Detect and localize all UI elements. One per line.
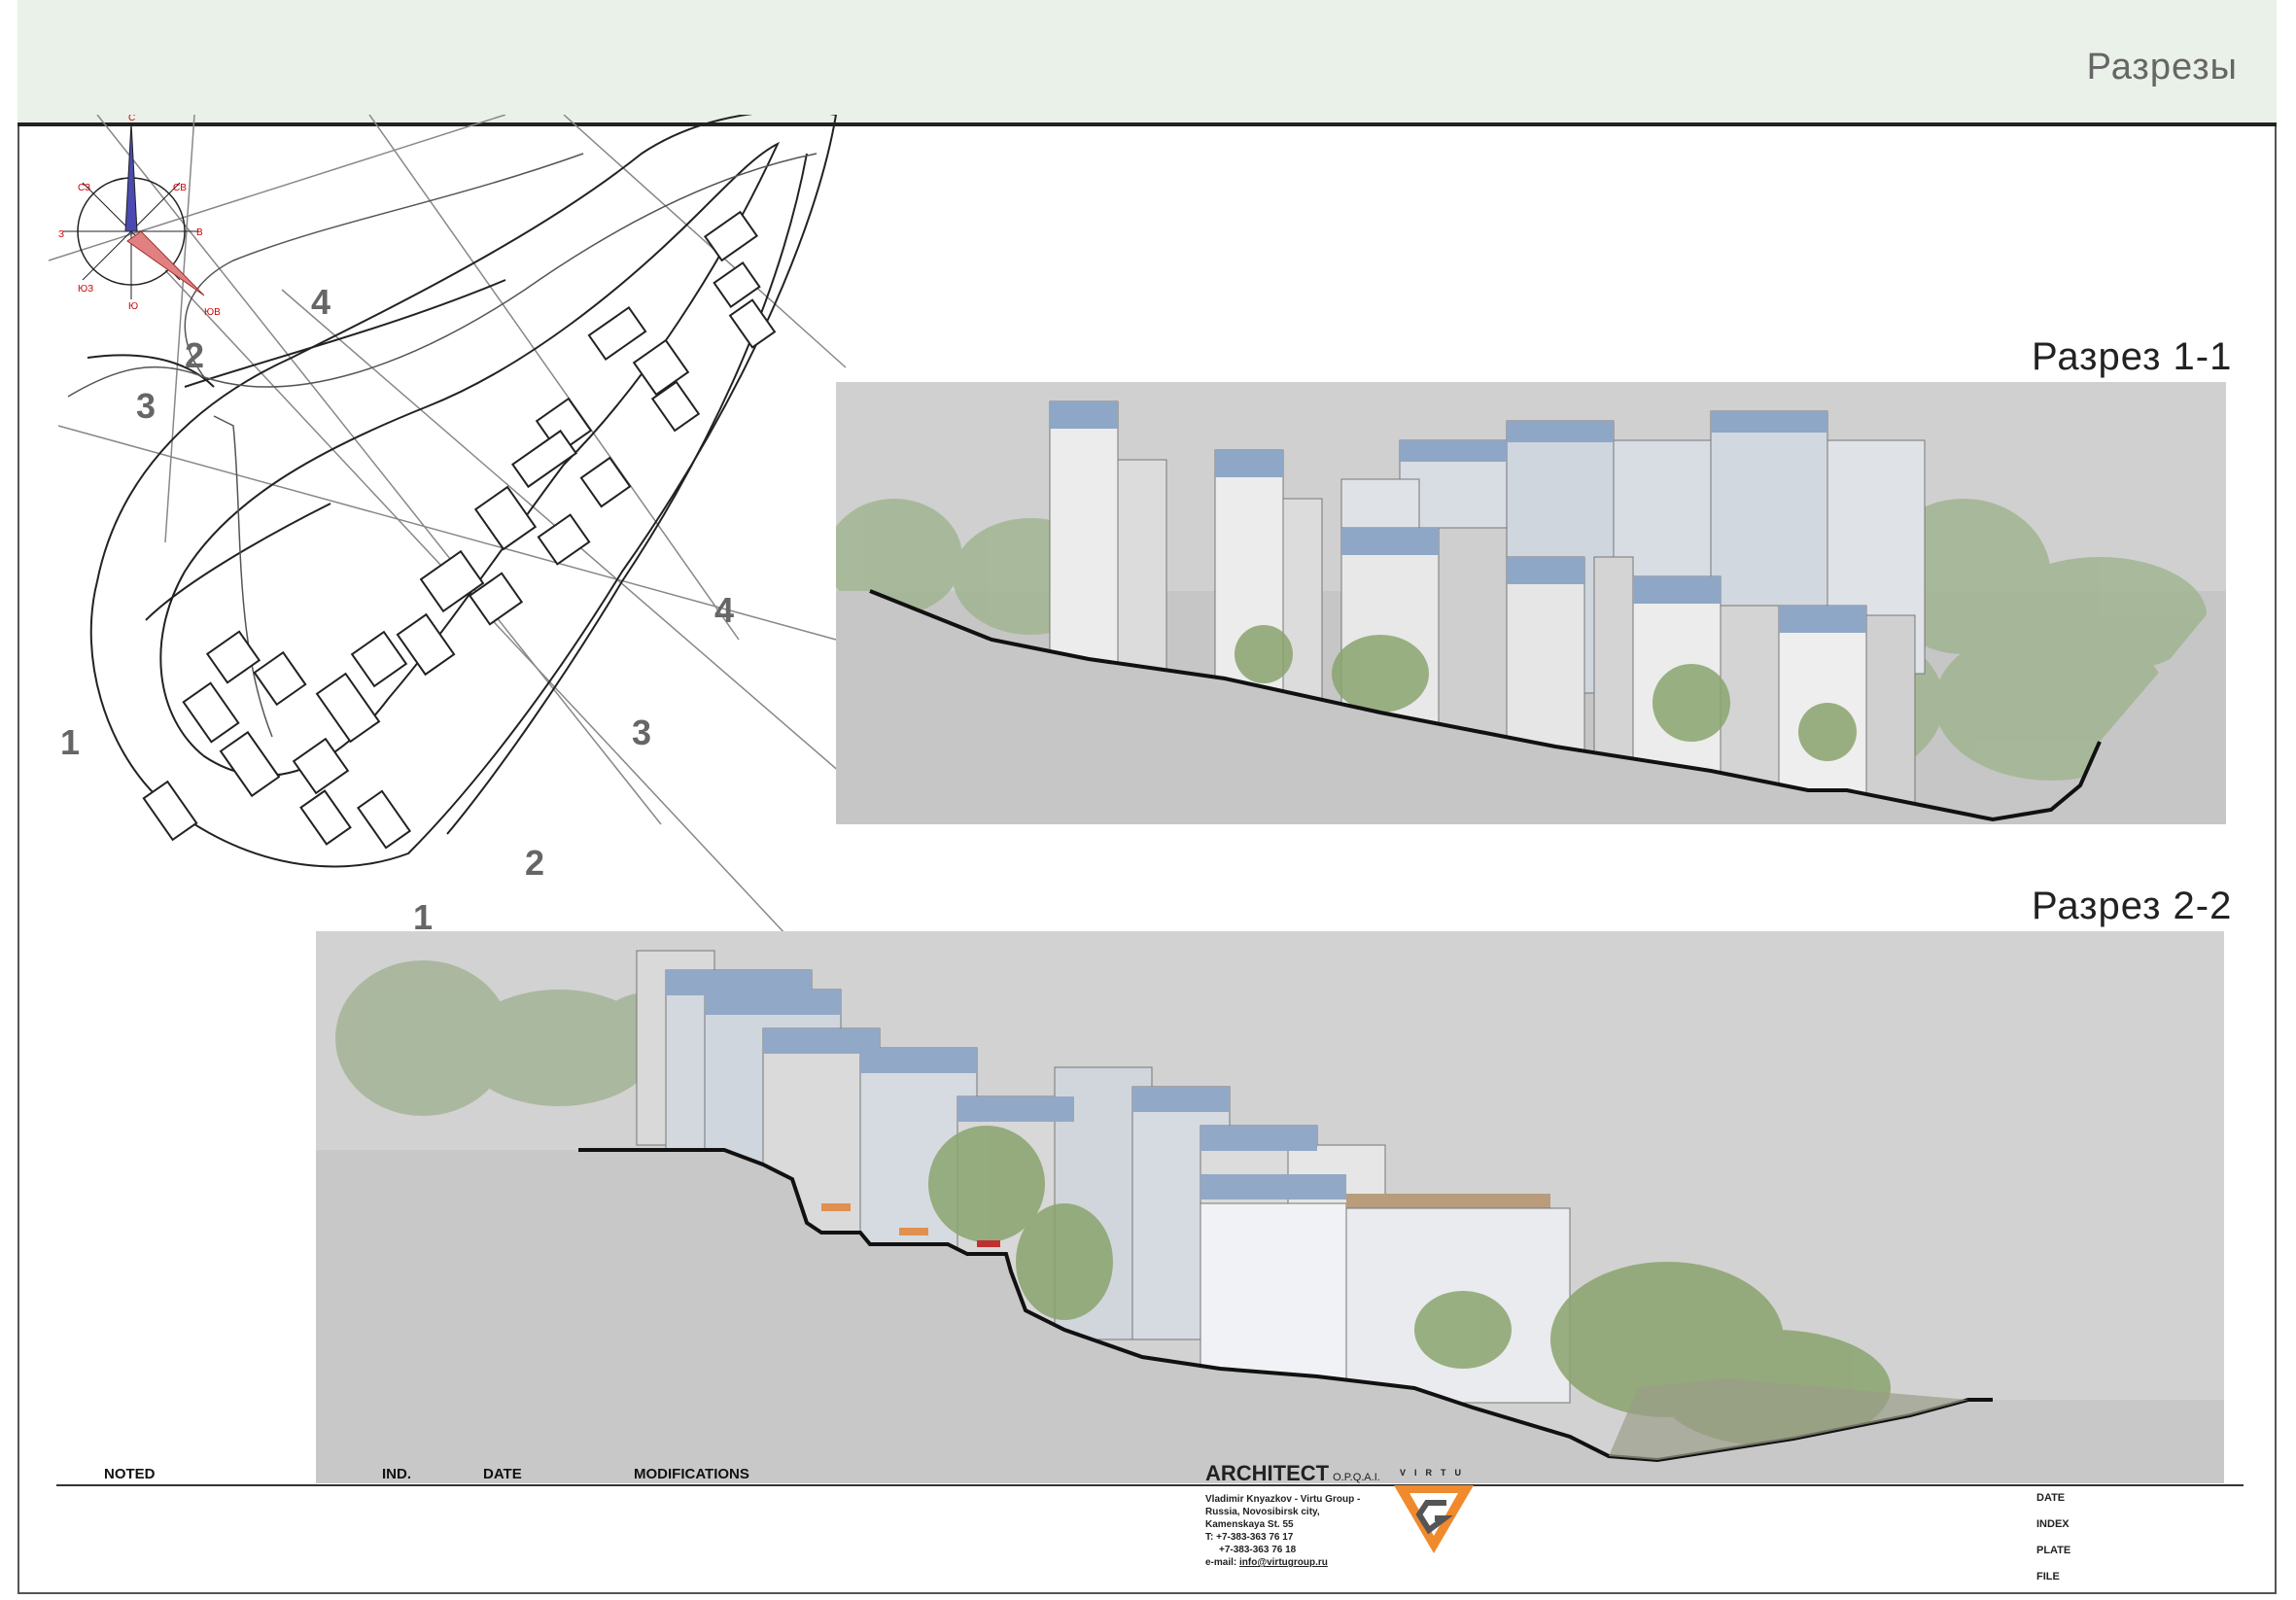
architect-suffix: O.P.Q.A.I. [1333,1472,1380,1483]
section-1-drawing [836,382,2226,824]
section-marker-3-right: 3 [632,713,651,752]
address-line: Kamenskaya St. 55 [1205,1519,1294,1530]
compass-e-label: В [196,227,203,238]
header-bar: Разрезы [17,0,2277,126]
address-line: Russia, Novosibirsk city, [1205,1507,1320,1517]
section-1-title: Разрез 1-1 [2032,335,2233,378]
date-column-label: DATE [483,1466,522,1482]
compass-nw-label: СЗ [78,183,90,193]
section-2-title: Разрез 2-2 [2032,885,2233,927]
architect-heading: ARCHITECT O.P.Q.A.I. [1205,1461,1380,1486]
ind-label: IND. [382,1466,411,1482]
compass-n-label: С [128,115,135,123]
plate-field-label: PLATE [2036,1545,2071,1556]
email-line: e-mail: info@virtugroup.ru [1205,1556,1360,1569]
section-marker-4-right: 4 [714,590,734,630]
virtu-logo-icon [1394,1485,1474,1553]
compass-sw-label: ЮЗ [78,284,93,295]
noted-label: NOTED [104,1466,156,1482]
compass-se-label: ЮВ [204,307,221,318]
index-field-label: INDEX [2036,1518,2070,1530]
phone-line: +7-383-363 76 18 [1219,1545,1297,1555]
file-field-label: FILE [2036,1571,2060,1583]
section-marker-1-left: 1 [60,722,80,762]
architect-label: ARCHITECT [1205,1461,1330,1485]
section-marker-2-top: 2 [185,335,204,375]
title-block-rule [56,1484,2244,1486]
site-plan: С СВ В ЮВ Ю ЮЗ З СЗ 4 2 3 1 4 3 2 1 [48,115,855,941]
modifications-label: MODIFICATIONS [634,1466,749,1482]
section-marker-3-top: 3 [136,386,156,426]
email-link[interactable]: info@virtugroup.ru [1239,1557,1328,1568]
section-marker-2-bottom: 2 [525,843,544,883]
phone-line: T: +7-383-363 76 17 [1205,1532,1294,1543]
compass-s-label: Ю [128,301,138,312]
section-marker-4-top: 4 [311,282,330,322]
email-label: e-mail: [1205,1557,1237,1568]
building-footprints [142,210,777,850]
page-title: Разрезы [2086,47,2238,87]
section-2-drawing [316,931,2224,1483]
date-field-label: DATE [2036,1492,2066,1504]
compass-ne-label: СВ [173,183,187,193]
architect-address: Vladimir Knyazkov - Virtu Group - Russia… [1205,1493,1360,1569]
brand-name: VIRTU [1400,1468,1470,1478]
compass-w-label: З [58,229,64,240]
address-line: Vladimir Knyazkov - Virtu Group - [1205,1494,1361,1505]
